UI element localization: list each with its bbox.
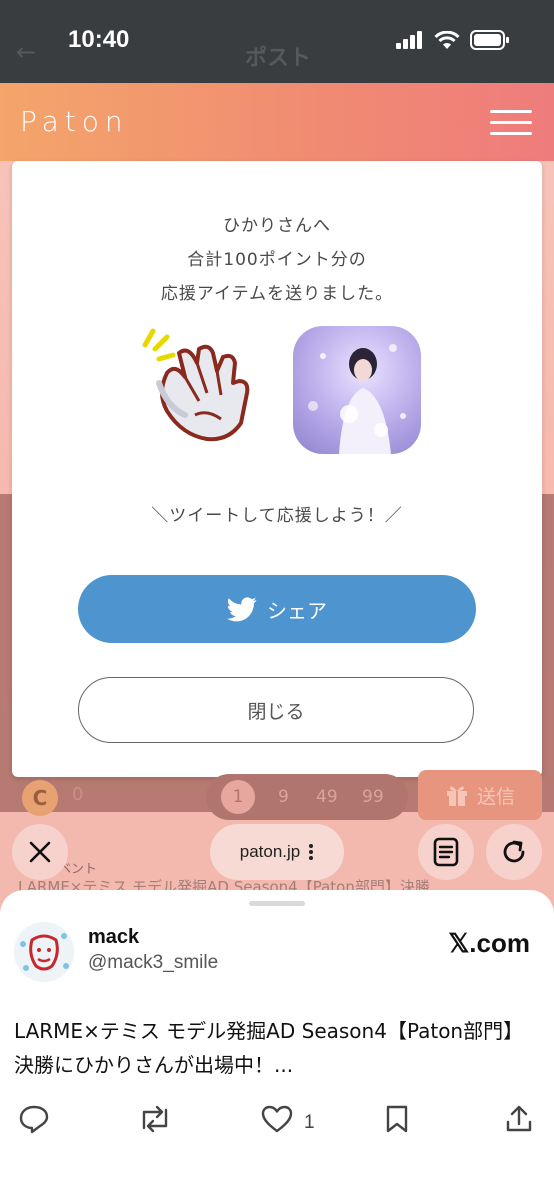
post-preview-sheet: mack @mack3_smile 𝕏.com LARME×テミス モデル発掘A… [0, 890, 554, 1200]
coin-icon: C [22, 780, 58, 816]
signal-icon [396, 31, 422, 49]
post-text[interactable]: LARME×テミス モデル発掘AD Season4【Paton部門】決勝にひかり… [14, 1014, 538, 1082]
amount-option[interactable]: 1 [221, 780, 255, 814]
menu-icon[interactable] [490, 110, 532, 135]
reload-icon [503, 840, 525, 863]
document-icon [433, 837, 459, 867]
status-bar: ← ポスト 10:40 [0, 0, 554, 83]
close-icon [29, 841, 51, 863]
user-handle[interactable]: @mack3_smile [88, 952, 218, 974]
performer-photo [293, 326, 421, 454]
share-upload-icon[interactable] [504, 1104, 534, 1134]
underlying-page-title: ポスト [245, 46, 312, 71]
clock: 10:40 [68, 26, 130, 53]
close-label: 閉じる [247, 701, 305, 723]
url-bar[interactable]: paton.jp [210, 824, 344, 880]
close-button[interactable]: 閉じる [78, 677, 474, 743]
avatar[interactable] [14, 922, 74, 982]
like-count: 1 [304, 1112, 315, 1133]
reply-icon[interactable] [18, 1104, 50, 1134]
points-row: C 0 1 9 49 99 送信 [0, 770, 554, 820]
display-name[interactable]: mack [88, 926, 139, 949]
coin-balance: 0 [72, 784, 84, 805]
wifi-icon [434, 30, 460, 49]
back-arrow-icon: ← [16, 38, 37, 66]
photo-illustration [308, 344, 406, 454]
message-line-1: ひかりさんへ [223, 216, 331, 236]
avatar-illustration [14, 922, 74, 982]
amount-option[interactable]: 99 [362, 787, 384, 807]
support-sent-dialog: ひかりさんへ 合計100ポイント分の 応援アイテムを送りました。 ＼ツイートして… [12, 161, 542, 777]
amount-option[interactable]: 49 [316, 787, 338, 807]
battery-icon [470, 30, 509, 50]
close-browser-button[interactable] [12, 824, 68, 880]
repost-icon[interactable] [138, 1104, 172, 1134]
send-label: 送信 [476, 785, 515, 808]
share-label: シェア [267, 600, 327, 623]
post-actions: 1 [0, 1104, 554, 1144]
gift-icon [446, 786, 467, 806]
share-button[interactable]: シェア [78, 575, 476, 643]
amount-option[interactable]: 9 [278, 787, 289, 807]
status-icons [396, 30, 510, 50]
x-com-logo[interactable]: 𝕏.com [448, 928, 530, 959]
sent-message: ひかりさんへ 合計100ポイント分の 応援アイテムを送りました。 [12, 209, 542, 311]
url-text: paton.jp [239, 842, 301, 861]
send-button[interactable]: 送信 [418, 770, 542, 820]
tweet-prompt: ＼ツイートして応援しよう！／ [151, 506, 403, 526]
message-line-3: 応援アイテムを送りました。 [160, 284, 394, 304]
reader-mode-button[interactable] [418, 824, 474, 880]
paton-logo[interactable]: Paton [20, 105, 129, 138]
amount-selector: 1 9 49 99 [206, 774, 408, 820]
sheet-grabber[interactable] [249, 901, 305, 906]
message-line-2: 合計100ポイント分の [187, 250, 367, 270]
reload-button[interactable] [486, 824, 542, 880]
clapping-hands-icon [142, 328, 250, 442]
bookmark-icon[interactable] [384, 1104, 410, 1134]
app-header: Paton [0, 83, 554, 161]
like-heart-icon[interactable] [260, 1104, 294, 1134]
more-vertical-icon[interactable] [308, 843, 314, 861]
twitter-bird-icon [227, 596, 257, 621]
